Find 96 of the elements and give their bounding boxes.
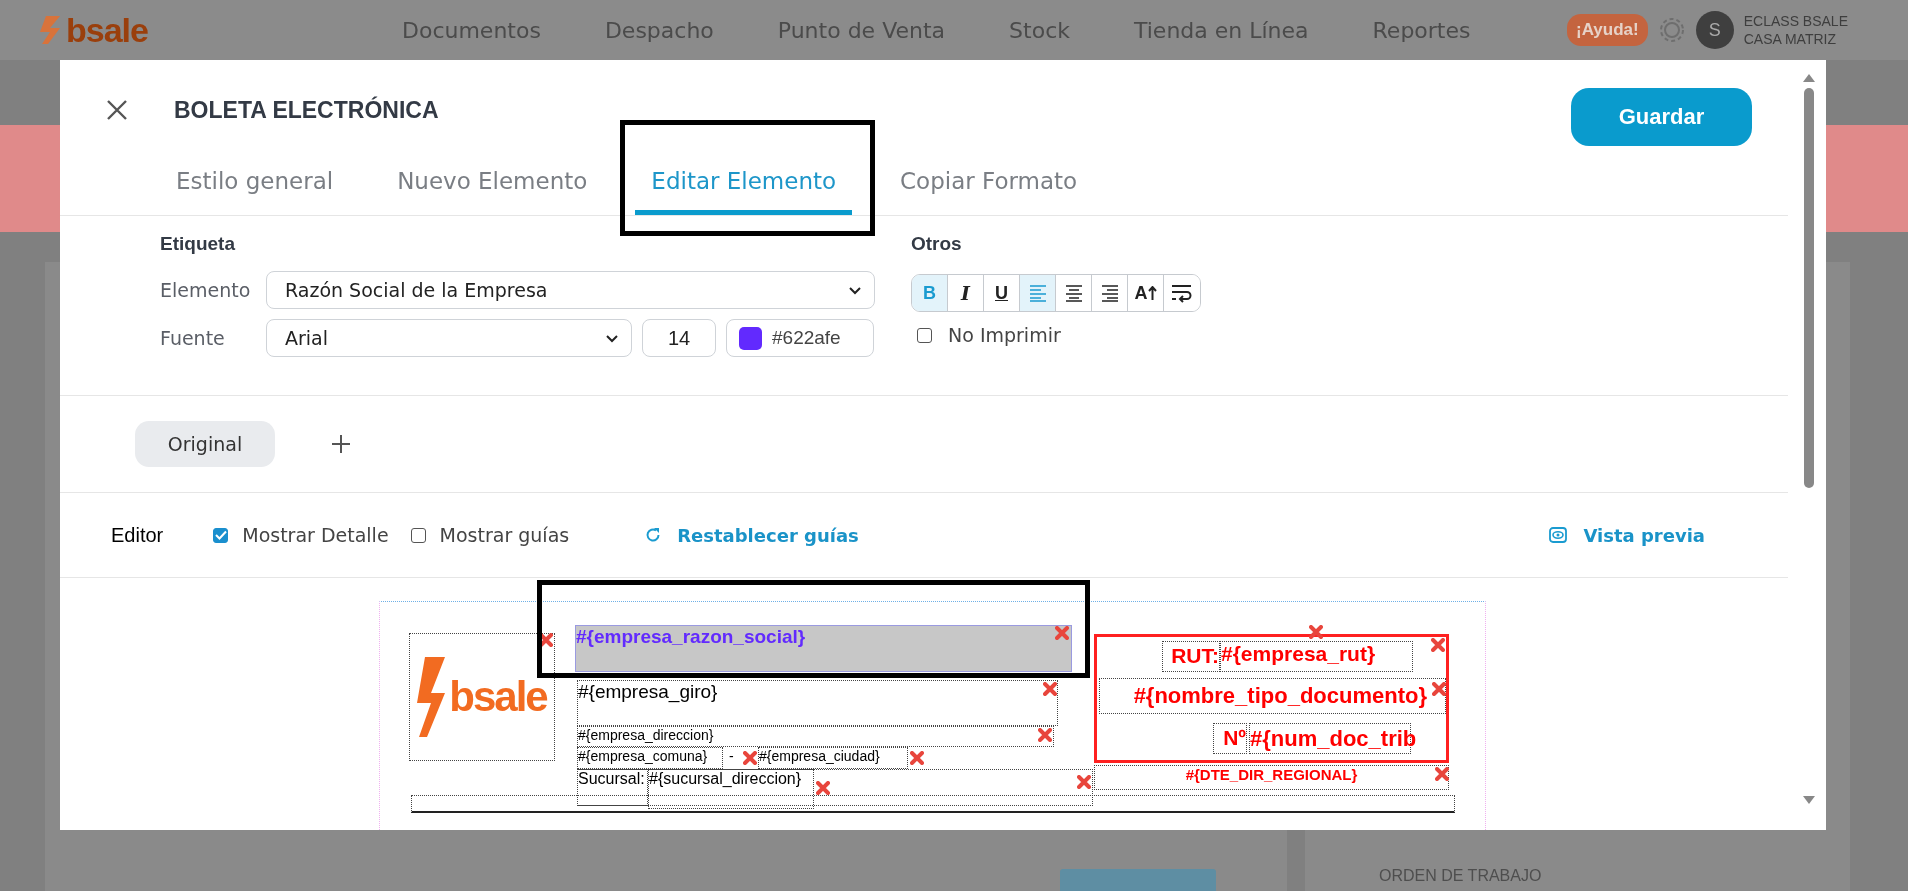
field-label: Fuente [160,327,226,349]
color-swatch[interactable] [739,326,762,350]
font-size-field[interactable]: 14 [642,319,716,357]
delete-icon [1077,775,1091,789]
template-field: Sucursal: [578,770,645,789]
delete-icon [910,751,924,765]
template-field: Nº [1223,726,1246,751]
template-field: #{empresa_comuna} [578,748,708,765]
element-frame[interactable]: #{empresa_rut} [1220,641,1413,672]
logo-text: bsale [66,10,148,50]
tab[interactable]: Editar Elemento [635,160,853,215]
tab[interactable]: Nuevo Elemento [381,160,604,215]
scroll-up-icon [1803,74,1815,82]
element-frame[interactable]: Nº [1213,723,1247,754]
chevron-down-icon [605,333,619,343]
template-field: #{empresa_direccion} [578,727,714,744]
element-frame[interactable]: Sucursal: [577,769,648,806]
plus-icon [331,434,351,454]
element-frame[interactable]: #{nombre_tipo_documento} [1099,678,1446,714]
nav-link[interactable]: Reportes [1372,17,1471,43]
section-heading: Editor [111,523,164,547]
checkbox-label: No Imprimir [948,324,1061,346]
version-tab[interactable]: Original [135,421,275,467]
template-field: RUT: [1171,644,1219,669]
wrap-text-icon [1171,283,1193,303]
account-name: CASA MATRIZ [1743,30,1838,48]
settings-icon [1657,16,1686,44]
nav-link[interactable]: Stock [1009,17,1070,43]
element-frame[interactable]: - [729,748,739,768]
logo-text: bsale [449,673,547,721]
element-frame[interactable]: bsale [409,633,555,761]
element-frame[interactable]: #{DTE_DIR_REGIONAL} [1094,765,1449,790]
element-frame[interactable]: #{empresa_comuna} [577,747,723,769]
element-frame[interactable]: #{empresa_ciudad} [758,747,908,769]
bold-button[interactable]: B [912,275,948,311]
delete-icon [1055,626,1069,640]
delete-icon [1432,682,1446,696]
font-dropdown[interactable]: Arial [266,319,632,357]
delete-icon [1038,728,1052,742]
align-center-icon [1064,283,1083,303]
template-field: #{sucursal_direccion} [649,770,802,789]
section-heading: Etiqueta [160,233,236,256]
close-icon [106,99,128,121]
color-field[interactable]: #622afe [726,319,874,357]
checkbox-label: Mostrar Detalle [242,524,389,546]
align-right-icon [1100,283,1119,303]
save-button[interactable]: Guardar [1571,88,1752,146]
eye-icon [1549,527,1568,543]
field-label: Elemento [160,279,252,301]
template-field: #{nombre_tipo_documento} [1133,683,1427,709]
preview-link[interactable]: Vista previa [1549,524,1705,546]
element-frame[interactable]: #{empresa_razon_social} [575,625,1072,672]
nav-link[interactable]: Documentos [402,17,541,43]
element-frame[interactable]: #{empresa_direccion} [577,726,1054,747]
arrow-up-icon [1147,286,1157,300]
template-field: #{DTE_DIR_REGIONAL} [1185,766,1358,784]
checkbox[interactable] [917,327,932,343]
delete-icon [539,633,553,647]
avatar[interactable]: S [1695,11,1734,49]
chevron-down-icon [848,285,862,295]
element-frame[interactable]: #{sucursal_direccion} [648,769,814,809]
delete-icon [1431,638,1445,652]
nav-link[interactable]: Tienda en Línea [1133,17,1309,43]
checkbox[interactable] [213,527,229,543]
align-left-icon [1028,283,1047,303]
nav-link[interactable]: Despacho [604,17,714,43]
template-field: #{empresa_razon_social} [576,626,806,648]
scrollbar-thumb[interactable] [1804,88,1814,488]
template-field: #{empresa_giro} [578,681,718,703]
tab[interactable]: Estilo general [160,160,350,215]
element-frame[interactable]: #{empresa_giro} [577,680,1058,726]
template-field: #{empresa_rut} [1221,642,1376,667]
nav-link[interactable]: Punto de Venta [777,17,946,43]
scroll-down-icon [1803,796,1815,804]
delete-icon [1043,682,1057,696]
check-icon [214,530,227,540]
template-field: - [729,748,734,765]
delete-icon [1309,625,1323,639]
help-button[interactable]: ¡Ayuda! [1567,14,1648,46]
checkbox-label: Mostrar guías [439,524,570,546]
reset-guides-link[interactable]: Restablecer guías [645,524,859,546]
delete-icon [1435,767,1449,781]
checkbox[interactable] [410,527,426,543]
dialog-title: BOLETA ELECTRÓNICA [174,96,439,124]
section-heading: Otros [911,233,963,256]
element-frame[interactable]: RUT: [1162,641,1220,672]
refresh-icon [645,527,662,543]
template-field: #{empresa_ciudad} [759,748,880,765]
add-button[interactable] [331,434,351,454]
delete-icon [743,751,757,765]
tab[interactable]: Copiar Formato [884,160,1094,215]
delete-icon [816,781,830,795]
account-name: ECLASS BSALE [1743,12,1848,30]
element-dropdown[interactable]: Razón Social de la Empresa [266,271,875,309]
menu-item[interactable]: ORDEN DE TRABAJO [1379,867,1850,885]
logo-icon [40,14,62,46]
